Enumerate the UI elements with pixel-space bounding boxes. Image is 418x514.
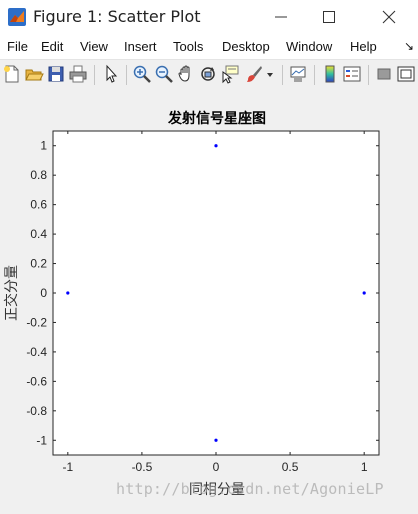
x-tick-label: 0.5 [282, 460, 299, 474]
brush-icon[interactable] [244, 64, 264, 84]
zoom-in-icon[interactable] [132, 64, 152, 84]
toolbar-separator [126, 65, 127, 85]
minimize-button[interactable] [258, 0, 304, 34]
y-tick-label: 0 [40, 286, 47, 300]
scatter-point [214, 144, 218, 148]
pan-icon[interactable] [176, 64, 196, 84]
more-menu-indicator[interactable]: ↘ [404, 39, 414, 53]
menu-insert[interactable]: Insert [124, 39, 157, 54]
new-figure-icon[interactable] [2, 64, 22, 84]
y-tick-label: 0.8 [30, 168, 47, 182]
menu-tools[interactable]: Tools [173, 39, 203, 54]
y-tick-label: -0.6 [26, 374, 47, 388]
toolbar-separator [368, 65, 369, 85]
title-bar: Figure 1: Scatter Plot [0, 0, 418, 34]
y-tick-label: 1 [40, 139, 47, 153]
matlab-logo-icon [8, 8, 26, 26]
figure-canvas: 发射信号星座图 -1 -0.5 0 0.5 1 -1 -0.8 -0.6 -0.4 -0.2 0 0… [0, 90, 418, 509]
toolbar-separator [94, 65, 95, 85]
y-tick-label: 0.4 [30, 227, 47, 241]
y-axis-label: 正交分量 [3, 265, 19, 321]
show-plot-tools-icon[interactable] [396, 64, 416, 84]
save-icon[interactable] [46, 64, 66, 84]
insert-legend-icon[interactable] [342, 64, 362, 84]
brush-dropdown-icon[interactable] [264, 64, 276, 84]
y-tick-label: -0.4 [26, 345, 47, 359]
y-tick-label: 0.6 [30, 198, 47, 212]
window-title: Figure 1: Scatter Plot [33, 7, 201, 26]
menu-view[interactable]: View [80, 39, 108, 54]
scatter-chart: 发射信号星座图 -1 -0.5 0 0.5 1 -1 -0.8 -0.6 -0.4 -0.2 0 0… [3, 110, 380, 497]
hide-plot-tools-icon[interactable] [374, 64, 394, 84]
link-plot-icon[interactable] [288, 64, 308, 84]
data-cursor-icon[interactable] [220, 64, 240, 84]
open-file-icon[interactable] [24, 64, 44, 84]
print-icon[interactable] [68, 64, 88, 84]
menu-file[interactable]: File [7, 39, 28, 54]
menu-desktop[interactable]: Desktop [222, 39, 270, 54]
chart-title: 发射信号星座图 [167, 110, 266, 126]
toolbar-separator [282, 65, 283, 85]
pointer-icon[interactable] [101, 64, 121, 84]
figure-toolbar [0, 59, 418, 91]
y-tick-label: -1 [36, 433, 47, 447]
y-tick-label: -0.2 [26, 315, 47, 329]
close-button[interactable] [366, 0, 412, 34]
watermark: http://blog.csdn.net/AgonieLP [116, 480, 384, 498]
x-tick-label: 0 [213, 460, 220, 474]
y-tick-label: -0.8 [26, 404, 47, 418]
menu-help[interactable]: Help [350, 39, 377, 54]
zoom-out-icon[interactable] [154, 64, 174, 84]
menu-window[interactable]: Window [286, 39, 332, 54]
plot-area [52, 130, 380, 456]
insert-colorbar-icon[interactable] [320, 64, 340, 84]
scatter-point [66, 291, 70, 295]
scatter-point [214, 438, 218, 442]
maximize-button[interactable] [306, 0, 352, 34]
toolbar-separator [314, 65, 315, 85]
menu-edit[interactable]: Edit [41, 39, 63, 54]
menu-bar: File Edit View Insert Tools Desktop Wind… [0, 34, 418, 59]
x-tick-label: -0.5 [132, 460, 153, 474]
x-tick-label: 1 [361, 460, 368, 474]
y-tick-label: 0.2 [30, 257, 47, 271]
x-tick-label: -1 [62, 460, 73, 474]
scatter-point [362, 291, 366, 295]
rotate-3d-icon[interactable] [198, 64, 218, 84]
